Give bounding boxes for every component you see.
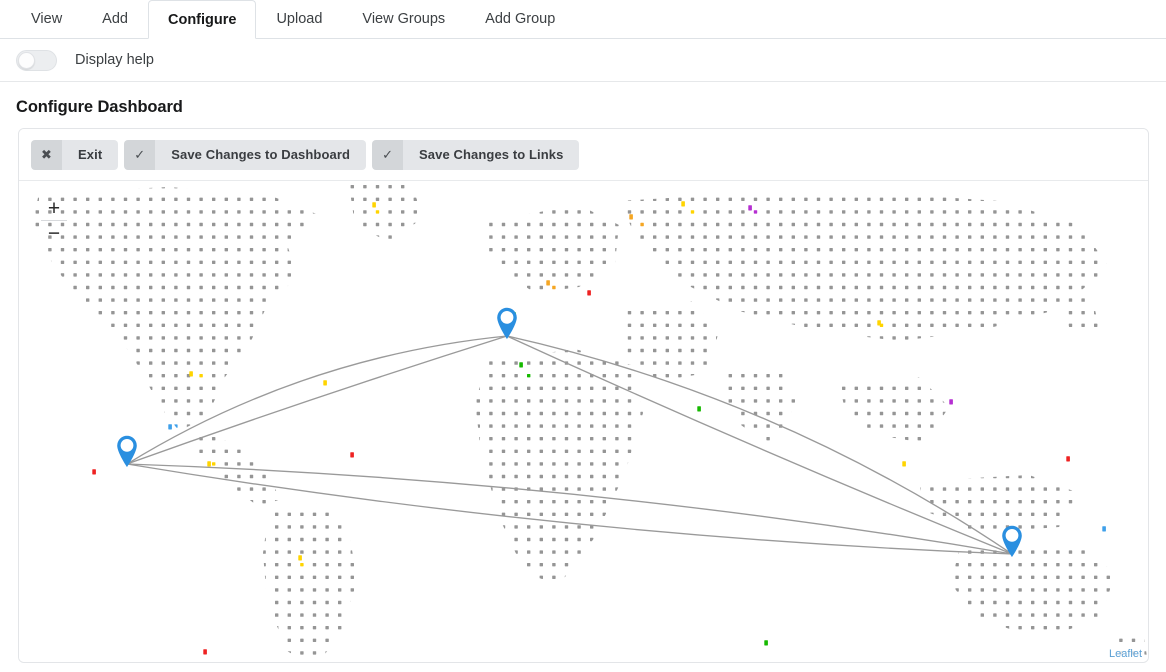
map-link[interactable] — [127, 464, 1012, 554]
configure-dashboard-page: ViewAddConfigureUploadView GroupsAdd Gro… — [0, 0, 1166, 672]
map-link[interactable] — [127, 464, 1012, 554]
tab-add-group[interactable]: Add Group — [465, 0, 575, 38]
config-toolbar: ✖Exit✓Save Changes to Dashboard✓Save Cha… — [19, 129, 1148, 180]
display-help-row: Display help — [0, 39, 1166, 82]
save-dashboard-label: Save Changes to Dashboard — [155, 140, 366, 170]
zoom-in-button[interactable]: + — [41, 197, 67, 219]
tab-add[interactable]: Add — [82, 0, 148, 38]
map-link[interactable] — [127, 336, 507, 464]
map-marker-node-west[interactable] — [115, 434, 139, 468]
tab-configure[interactable]: Configure — [148, 0, 256, 39]
main-tab-bar: ViewAddConfigureUploadView GroupsAdd Gro… — [0, 0, 1166, 39]
tab-view-groups[interactable]: View Groups — [342, 0, 465, 38]
map-zoom-control: + − — [41, 197, 67, 244]
display-help-toggle[interactable] — [16, 50, 57, 71]
exit-button[interactable]: ✖Exit — [31, 140, 118, 170]
map-marker-node-east[interactable] — [1000, 524, 1024, 558]
close-icon: ✖ — [31, 140, 62, 170]
zoom-out-button[interactable]: − — [41, 222, 67, 244]
check-icon: ✓ — [124, 140, 155, 170]
leaflet-attribution-link[interactable]: Leaflet — [1107, 648, 1144, 660]
display-help-label: Display help — [75, 52, 154, 68]
save-dashboard-button[interactable]: ✓Save Changes to Dashboard — [124, 140, 366, 170]
save-links-button[interactable]: ✓Save Changes to Links — [372, 140, 579, 170]
tab-upload[interactable]: Upload — [256, 0, 342, 38]
save-links-label: Save Changes to Links — [403, 140, 579, 170]
zoom-control-divider — [41, 220, 67, 221]
page-title: Configure Dashboard — [0, 82, 1166, 117]
map-canvas[interactable]: + − Leaflet — [19, 180, 1148, 663]
map-link[interactable] — [507, 336, 1012, 554]
tab-view[interactable]: View — [11, 0, 82, 38]
check-icon: ✓ — [372, 140, 403, 170]
dashboard-config-card: ✖Exit✓Save Changes to Dashboard✓Save Cha… — [18, 128, 1149, 663]
exit-label: Exit — [62, 140, 118, 170]
map-link[interactable] — [127, 336, 507, 464]
map-marker-node-north[interactable] — [495, 306, 519, 340]
map-link[interactable] — [507, 336, 1012, 554]
toggle-knob — [18, 52, 35, 69]
map-link-layer — [19, 181, 1148, 663]
